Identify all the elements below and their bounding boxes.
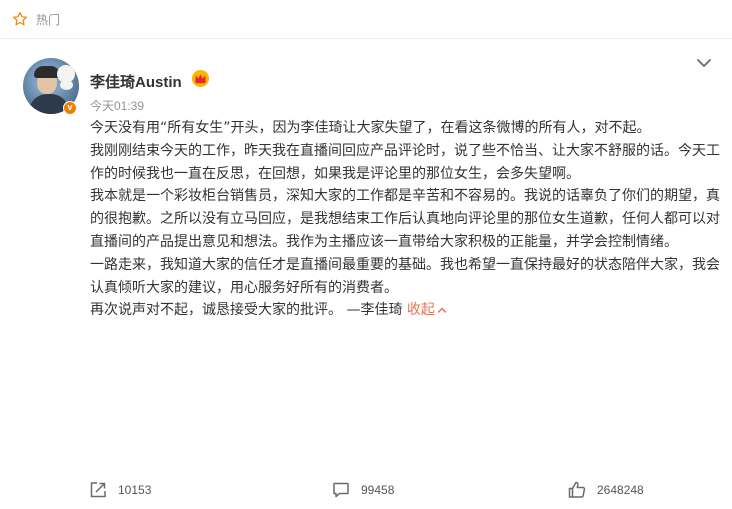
repost-button[interactable]: 10153 xyxy=(88,475,151,505)
post-paragraph: 今天没有用“所有女生”开头，因为李佳琦让大家失望了，在看这条微博的所有人，对不起… xyxy=(90,120,651,136)
star-outline-icon[interactable] xyxy=(12,11,28,27)
action-bar: 10153 99458 2648248 xyxy=(0,475,732,505)
post-signature: 再次说声对不起，诚恳接受大家的批评。 —李佳琦 xyxy=(90,302,407,319)
post-paragraph: 我本就是一个彩妆柜台销售员，深知大家的工作都是辛苦和不容易的。我说的话辜负了你们… xyxy=(90,188,720,250)
username[interactable]: 李佳琦Austin xyxy=(90,71,182,92)
verified-badge-icon: v xyxy=(63,101,77,115)
crown-badge-icon xyxy=(191,69,210,88)
collapse-link[interactable]: 收起 xyxy=(407,302,447,318)
post-time[interactable]: 今天01:39 xyxy=(90,97,144,114)
post-paragraph: 我刚刚结束今天的工作，昨天我在直播间回应产品评论时，说了些不恰当、让大家不舒服的… xyxy=(90,142,720,182)
comment-icon xyxy=(333,482,349,498)
avatar-dog-body-shape xyxy=(60,80,73,90)
comment-button[interactable]: 99458 xyxy=(331,475,394,505)
top-bar: 热门 xyxy=(0,0,732,38)
post-paragraph: 一路走来，我知道大家的信任才是直播间最重要的基础。我也希望一直保持最好的状态陪伴… xyxy=(90,256,720,296)
repost-count: 10153 xyxy=(118,483,152,497)
topbar-label: 热门 xyxy=(36,12,61,27)
repost-icon xyxy=(90,482,106,498)
like-button[interactable]: 2648248 xyxy=(567,475,644,505)
chevron-up-icon xyxy=(437,308,447,314)
collapse-label: 收起 xyxy=(406,302,435,319)
thumbs-up-icon xyxy=(568,481,586,498)
chevron-down-icon[interactable] xyxy=(696,57,712,69)
post-last-line: 再次说声对不起，诚恳接受大家的批评。 —李佳琦 收起 xyxy=(90,299,720,322)
post-content: 今天没有用“所有女生”开头，因为李佳琦让大家失望了，在看这条微博的所有人，对不起… xyxy=(90,117,720,322)
like-count: 2648248 xyxy=(597,483,644,497)
comment-count: 99458 xyxy=(361,483,395,497)
divider xyxy=(0,38,732,39)
